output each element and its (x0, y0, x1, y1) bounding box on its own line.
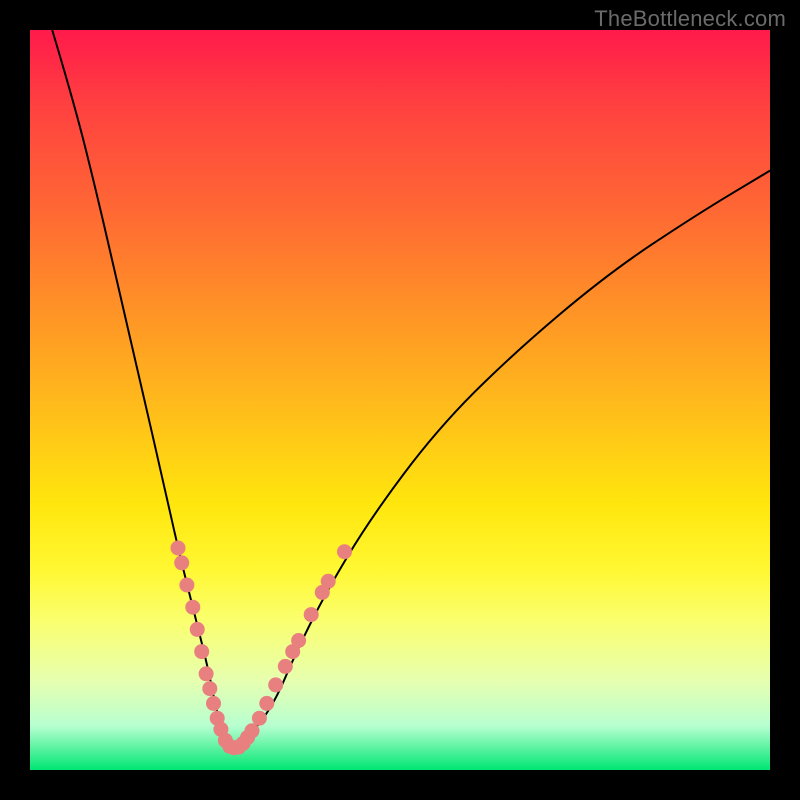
curve-marker (194, 644, 209, 659)
curve-marker (337, 544, 352, 559)
curve-marker (291, 633, 306, 648)
curve-marker (252, 711, 267, 726)
chart-frame: TheBottleneck.com (0, 0, 800, 800)
watermark-text: TheBottleneck.com (594, 6, 786, 32)
curve-marker (245, 723, 260, 738)
bottleneck-curve (52, 30, 770, 748)
curve-marker (206, 696, 221, 711)
curve-marker (268, 677, 283, 692)
curve-marker (171, 541, 186, 556)
curve-marker (185, 600, 200, 615)
curve-marker (278, 659, 293, 674)
curve-markers (171, 541, 353, 756)
plot-gradient-background (30, 30, 770, 770)
curve-marker (179, 578, 194, 593)
curve-marker (202, 681, 217, 696)
curve-marker (174, 555, 189, 570)
chart-svg (30, 30, 770, 770)
curve-marker (199, 666, 214, 681)
curve-marker (304, 607, 319, 622)
curve-marker (190, 622, 205, 637)
curve-marker (259, 696, 274, 711)
curve-marker (321, 574, 336, 589)
